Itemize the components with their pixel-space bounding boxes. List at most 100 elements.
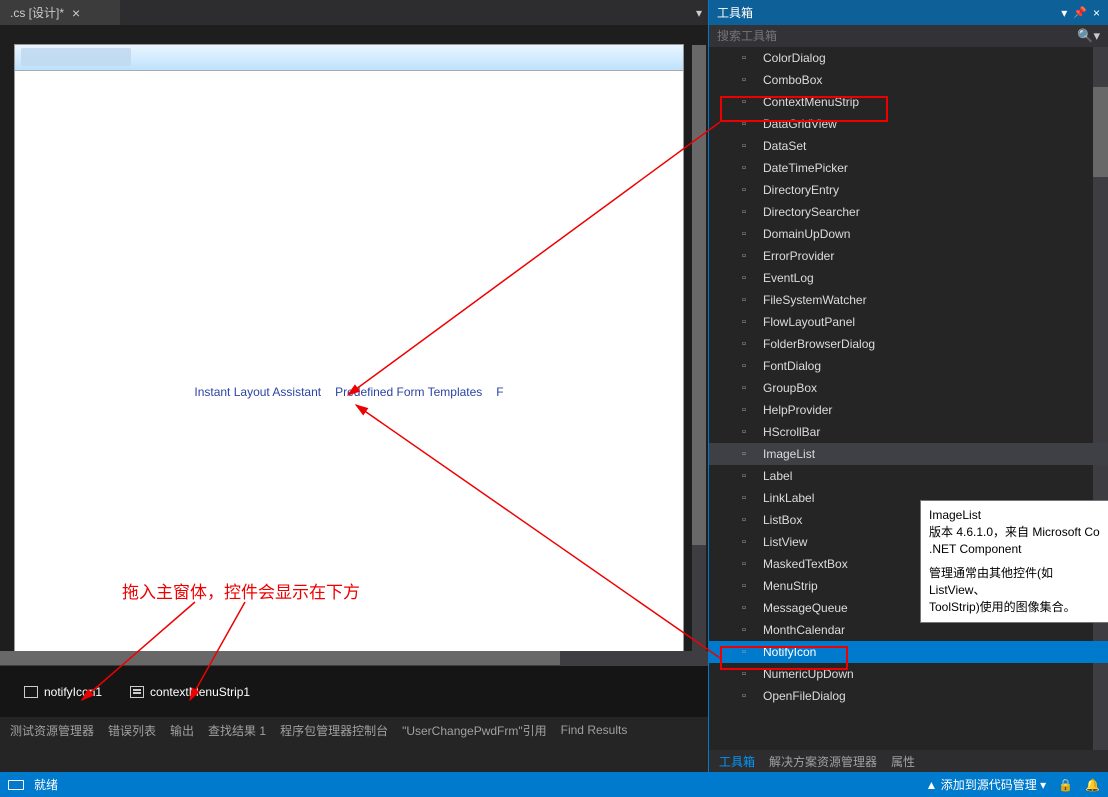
toolbox-item-label: MenuStrip (763, 579, 818, 593)
toolbox-item-datetimepicker[interactable]: ▫DateTimePicker (709, 157, 1108, 179)
label-icon: ▫ (737, 469, 751, 483)
footer-tab-solution[interactable]: 解决方案资源管理器 (769, 753, 877, 770)
bottom-tab[interactable]: "UserChangePwdFrm"引用 (402, 722, 547, 739)
notification-icon[interactable]: 🔔 (1085, 778, 1100, 792)
bottom-tab[interactable]: 错误列表 (108, 722, 156, 739)
close-icon[interactable]: × (1093, 6, 1100, 20)
toolbox-list[interactable]: ▫ColorDialog▫ComboBox▫ContextMenuStrip▫D… (709, 47, 1108, 750)
search-icon[interactable]: 🔍▾ (1077, 28, 1100, 44)
tooltip-line: 版本 4.6.1.0，来自 Microsoft Co (929, 524, 1101, 541)
bottom-tab[interactable]: Find Results (561, 723, 628, 737)
form-titlebar (15, 45, 683, 71)
toolbox-item-helpprovider[interactable]: ▫HelpProvider (709, 399, 1108, 421)
toolbox-item-errorprovider[interactable]: ▫ ErrorProvider (709, 245, 1108, 267)
toolbox-item-label: DataGridView (763, 117, 837, 131)
toolbox-item-label: Label (763, 469, 792, 483)
toolbox-item-combobox[interactable]: ▫ComboBox (709, 69, 1108, 91)
toolbox-item-eventlog[interactable]: ▫EventLog (709, 267, 1108, 289)
monthcalendar-icon: ▫ (737, 623, 751, 637)
toolbox-header: 工具箱 ▾ 📌 × (709, 0, 1108, 25)
toolbox-item-label: NotifyIcon (763, 645, 816, 659)
toolbox-item-directoryentry[interactable]: ▫DirectoryEntry (709, 179, 1108, 201)
notifyicon-icon: ▫ (737, 645, 751, 659)
hscrollbar-icon: ▫ (737, 425, 751, 439)
toolbox-item-label: ListView (763, 535, 807, 549)
toolbox-item-label: ComboBox (763, 73, 822, 87)
toolbox-item-flowlayoutpanel[interactable]: ▫FlowLayoutPanel (709, 311, 1108, 333)
toolbox-search[interactable]: 🔍▾ (709, 25, 1108, 47)
toolbox-item-label: ErrorProvider (763, 249, 834, 263)
notifyicon-icon (24, 686, 38, 698)
hint-3[interactable]: F (496, 385, 503, 399)
status-icon (8, 780, 24, 790)
toolbox-item-fontdialog[interactable]: ▫FontDialog (709, 355, 1108, 377)
close-icon[interactable]: × (72, 5, 80, 21)
maskedtextbox-icon: ▫ (737, 557, 751, 571)
toolbox-item-label[interactable]: ▫ Label (709, 465, 1108, 487)
toolbox-item-imagelist[interactable]: ▫ImageList (709, 443, 1108, 465)
toolbox-item-numericupdown[interactable]: ▫NumericUpDown (709, 663, 1108, 685)
lock-icon[interactable]: 🔒 (1058, 778, 1073, 792)
left-pane: .cs [设计]* × ▾ Instant Layout Assistant P… (0, 0, 709, 772)
helpprovider-icon: ▫ (737, 403, 751, 417)
toolbox-item-label: MonthCalendar (763, 623, 845, 637)
component-tray[interactable]: notifyIcon1 contextMenuStrip1 (0, 665, 708, 717)
fontdialog-icon: ▫ (737, 359, 751, 373)
toolbox-item-domainupdown[interactable]: ▫DomainUpDown (709, 223, 1108, 245)
groupbox-icon: ▫ (737, 381, 751, 395)
dataset-icon: ▫ (737, 139, 751, 153)
footer-tab-properties[interactable]: 属性 (891, 753, 915, 770)
hint-2[interactable]: Predefined Form Templates (335, 385, 482, 399)
toolbox-item-label: FolderBrowserDialog (763, 337, 875, 351)
tooltip-title: ImageList (929, 507, 1101, 524)
toolbox-item-label: FileSystemWatcher (763, 293, 867, 307)
bottom-tab[interactable]: 输出 (170, 722, 194, 739)
datetimepicker-icon: ▫ (737, 161, 751, 175)
toolbox-item-label: LinkLabel (763, 491, 814, 505)
form-body[interactable]: Instant Layout Assistant Predefined Form… (15, 71, 683, 665)
toolbox-item-hscrollbar[interactable]: ▫HScrollBar (709, 421, 1108, 443)
messagequeue-icon: ▫ (737, 601, 751, 615)
tab-overflow-dropdown[interactable]: ▾ (690, 0, 708, 25)
footer-tab-toolbox[interactable]: 工具箱 (719, 753, 755, 770)
dropdown-icon[interactable]: ▾ (1061, 6, 1067, 20)
scroll-thumb[interactable] (692, 45, 706, 545)
toolbox-item-directorysearcher[interactable]: ▫DirectorySearcher (709, 201, 1108, 223)
toolbox-item-filesystemwatcher[interactable]: ▫ FileSystemWatcher (709, 289, 1108, 311)
toolbox-item-notifyicon[interactable]: ▫ NotifyIcon (709, 641, 1108, 663)
designer-scrollbar-vertical[interactable] (692, 45, 706, 665)
toolbox-item-openfiledialog[interactable]: ▫OpenFileDialog (709, 685, 1108, 707)
form-designer[interactable]: Instant Layout Assistant Predefined Form… (0, 25, 708, 665)
errorprovider-icon: ▫ (737, 249, 751, 263)
tray-item-notifyicon[interactable]: notifyIcon1 (24, 685, 102, 699)
toolbox-item-label: OpenFileDialog (763, 689, 846, 703)
canvas-hint: Instant Layout Assistant Predefined Form… (194, 385, 503, 399)
bottom-tab[interactable]: 查找结果 1 (208, 722, 266, 739)
bottom-tab[interactable]: 程序包管理器控制台 (280, 722, 388, 739)
tray-item-contextmenustrip[interactable]: contextMenuStrip1 (130, 685, 250, 699)
linklabel-icon: ▫ (737, 491, 751, 505)
colordialog-icon: ▫ (737, 51, 751, 65)
contextmenustrip-icon: ▫ (737, 95, 751, 109)
toolbox-item-dataset[interactable]: ▫DataSet (709, 135, 1108, 157)
form-canvas[interactable]: Instant Layout Assistant Predefined Form… (15, 45, 683, 665)
status-source-control[interactable]: ▲ 添加到源代码管理 ▾ (926, 776, 1047, 793)
search-input[interactable] (717, 29, 1077, 43)
toolbox-item-groupbox[interactable]: ▫GroupBox (709, 377, 1108, 399)
toolbox-item-colordialog[interactable]: ▫ColorDialog (709, 47, 1108, 69)
scroll-thumb[interactable] (0, 651, 560, 665)
toolbox-item-folderbrowserdialog[interactable]: ▫FolderBrowserDialog (709, 333, 1108, 355)
toolbox-item-datagridview[interactable]: ▫DataGridView (709, 113, 1108, 135)
toolbox-item-contextmenustrip[interactable]: ▫ContextMenuStrip (709, 91, 1108, 113)
bottom-panel-tabs: 测试资源管理器 错误列表 输出 查找结果 1 程序包管理器控制台 "UserCh… (0, 717, 708, 743)
listbox-icon: ▫ (737, 513, 751, 527)
designer-scrollbar-horizontal[interactable] (0, 651, 708, 665)
document-tab-active[interactable]: .cs [设计]* × (0, 0, 90, 25)
tooltip-line: ToolStrip)使用的图像集合。 (929, 599, 1101, 616)
bottom-tab[interactable]: 测试资源管理器 (10, 722, 94, 739)
pin-icon[interactable]: 📌 (1073, 6, 1087, 19)
toolbox-item-label: MessageQueue (763, 601, 848, 615)
hint-1[interactable]: Instant Layout Assistant (194, 385, 321, 399)
contextmenu-icon (130, 686, 144, 698)
filesystemwatcher-icon: ▫ (737, 293, 751, 307)
